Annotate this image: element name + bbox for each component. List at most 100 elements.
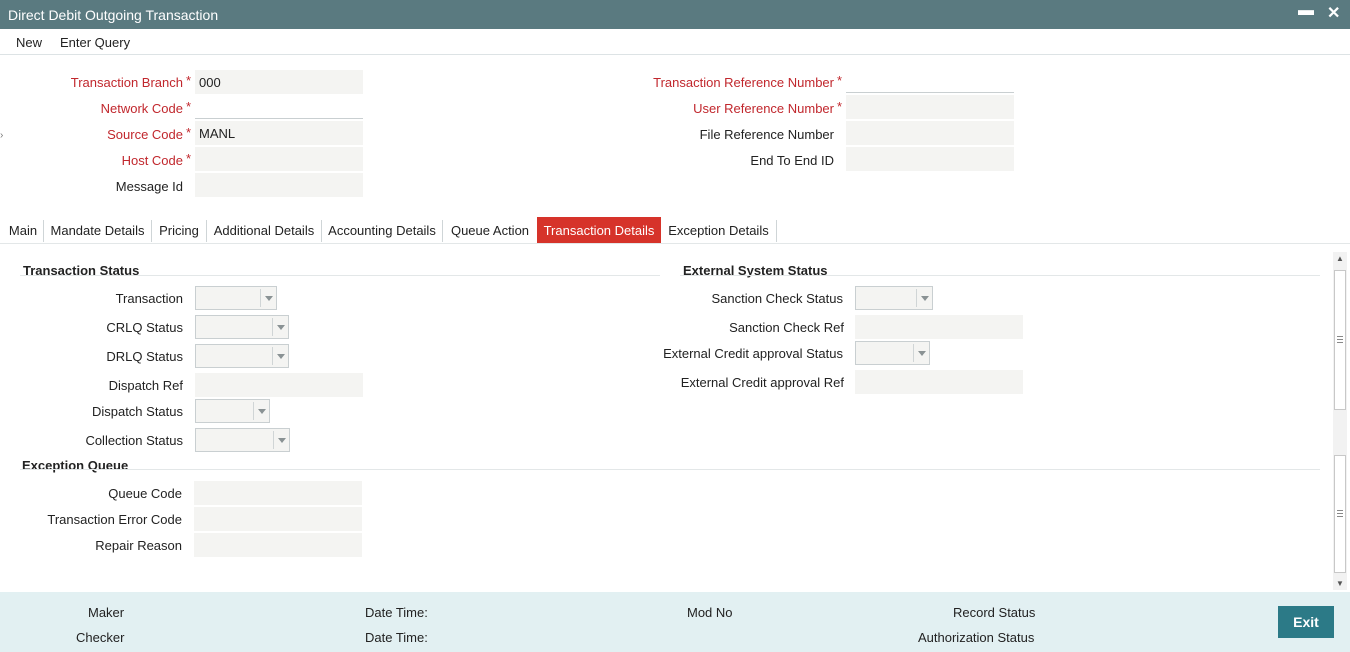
transaction-reference-number-label: Transaction Reference Number bbox=[653, 75, 834, 90]
drlq-status-select[interactable] bbox=[195, 344, 289, 368]
collapse-chevron-icon[interactable]: › bbox=[0, 130, 3, 141]
required-marker: * bbox=[186, 151, 192, 166]
collection-status-select[interactable] bbox=[195, 428, 290, 452]
chevron-down-icon bbox=[253, 402, 269, 420]
required-marker: * bbox=[186, 99, 192, 114]
tab-queue-action[interactable]: Queue Action bbox=[444, 217, 536, 243]
tab-transaction-details[interactable]: Transaction Details bbox=[537, 217, 661, 243]
source-code-field[interactable] bbox=[195, 121, 363, 145]
mod-no-label: Mod No bbox=[687, 605, 733, 620]
transaction-branch-label: Transaction Branch bbox=[70, 75, 183, 90]
sanction-check-status-label: Sanction Check Status bbox=[711, 291, 843, 306]
checker-label: Checker bbox=[76, 630, 125, 645]
tab-exception-details[interactable]: Exception Details bbox=[662, 217, 775, 243]
message-id-field[interactable] bbox=[195, 173, 363, 197]
transaction-label: Transaction bbox=[115, 291, 183, 306]
chevron-down-icon bbox=[272, 318, 288, 336]
tab-divider bbox=[442, 220, 443, 242]
window-titlebar: Direct Debit Outgoing Transaction ▬ ✕ bbox=[0, 0, 1350, 29]
message-id-label: Message Id bbox=[115, 179, 183, 194]
tab-pricing[interactable]: Pricing bbox=[153, 217, 205, 243]
checker-date-time-label: Date Time: bbox=[365, 630, 428, 645]
window-title: Direct Debit Outgoing Transaction bbox=[8, 7, 219, 23]
repair-reason-label: Repair Reason bbox=[95, 538, 182, 553]
tab-bar-underline bbox=[0, 243, 1350, 244]
menu-bar: New Enter Query bbox=[0, 29, 1350, 55]
menu-enter-query[interactable]: Enter Query bbox=[60, 35, 130, 50]
required-marker: * bbox=[837, 73, 843, 88]
chevron-down-icon bbox=[916, 289, 932, 307]
sanction-check-ref-field[interactable] bbox=[855, 315, 1023, 339]
tab-divider bbox=[321, 220, 322, 242]
exception-queue-heading: Exception Queue bbox=[22, 458, 129, 473]
dispatch-ref-field[interactable] bbox=[195, 373, 363, 397]
chevron-down-icon bbox=[260, 289, 276, 307]
collection-status-label: Collection Status bbox=[85, 433, 183, 448]
dispatch-status-label: Dispatch Status bbox=[91, 404, 183, 419]
source-code-label: Source Code bbox=[107, 127, 183, 142]
authorization-status-label: Authorization Status bbox=[918, 630, 1035, 645]
transaction-error-code-field[interactable] bbox=[194, 507, 362, 531]
section-divider bbox=[20, 469, 1320, 470]
transaction-select[interactable] bbox=[195, 286, 277, 310]
sanction-check-status-select[interactable] bbox=[855, 286, 933, 310]
tab-divider bbox=[776, 220, 777, 242]
exit-button[interactable]: Exit bbox=[1278, 606, 1334, 638]
chevron-down-icon bbox=[272, 347, 288, 365]
crlq-status-label: CRLQ Status bbox=[106, 320, 183, 335]
drlq-status-label: DRLQ Status bbox=[106, 349, 183, 364]
tab-mandate-details[interactable]: Mandate Details bbox=[45, 217, 150, 243]
tab-divider bbox=[43, 220, 44, 242]
chevron-down-icon bbox=[273, 431, 289, 449]
crlq-status-select[interactable] bbox=[195, 315, 289, 339]
user-reference-number-label: User Reference Number bbox=[693, 101, 834, 116]
menu-new[interactable]: New bbox=[16, 35, 42, 50]
repair-reason-field[interactable] bbox=[194, 533, 362, 557]
transaction-reference-number-field[interactable] bbox=[846, 69, 1014, 93]
dispatch-status-select[interactable] bbox=[195, 399, 270, 423]
external-credit-approval-status-label: External Credit approval Status bbox=[663, 346, 843, 361]
network-code-label: Network Code bbox=[100, 101, 183, 116]
queue-code-label: Queue Code bbox=[108, 486, 182, 501]
tab-divider bbox=[151, 220, 152, 242]
section-divider bbox=[680, 275, 1320, 276]
scroll-thumb[interactable] bbox=[1334, 270, 1346, 410]
scroll-up-icon[interactable]: ▲ bbox=[1336, 254, 1344, 263]
tab-additional-details[interactable]: Additional Details bbox=[208, 217, 320, 243]
dispatch-ref-label: Dispatch Ref bbox=[108, 378, 183, 393]
close-icon[interactable]: ✕ bbox=[1327, 3, 1340, 23]
required-marker: * bbox=[186, 125, 192, 140]
file-reference-number-label: File Reference Number bbox=[699, 127, 834, 142]
network-code-field[interactable] bbox=[195, 95, 363, 119]
tab-divider bbox=[206, 220, 207, 242]
minimize-icon[interactable]: ▬ bbox=[1298, 2, 1314, 20]
end-to-end-id-label: End To End ID bbox=[750, 153, 834, 168]
grip-icon bbox=[1337, 510, 1343, 517]
end-to-end-id-field[interactable] bbox=[846, 147, 1014, 171]
transaction-error-code-label: Transaction Error Code bbox=[47, 512, 182, 527]
transaction-branch-field[interactable] bbox=[195, 70, 363, 94]
queue-code-field[interactable] bbox=[194, 481, 362, 505]
host-code-label: Host Code bbox=[121, 153, 183, 168]
file-reference-number-field[interactable] bbox=[846, 121, 1014, 145]
audit-footer: Maker Checker Date Time: Date Time: Mod … bbox=[0, 592, 1350, 652]
external-credit-approval-status-select[interactable] bbox=[855, 341, 930, 365]
user-reference-number-field[interactable] bbox=[846, 95, 1014, 119]
host-code-field[interactable] bbox=[195, 147, 363, 171]
sanction-check-ref-label: Sanction Check Ref bbox=[729, 320, 844, 335]
external-credit-approval-ref-field[interactable] bbox=[855, 370, 1023, 394]
scroll-thumb[interactable] bbox=[1334, 455, 1346, 573]
section-divider bbox=[20, 275, 660, 276]
required-marker: * bbox=[837, 99, 843, 114]
tab-main[interactable]: Main bbox=[4, 217, 42, 243]
chevron-down-icon bbox=[913, 344, 929, 362]
maker-date-time-label: Date Time: bbox=[365, 605, 428, 620]
vertical-scrollbar[interactable]: ▲ ▼ bbox=[1333, 252, 1347, 590]
scroll-down-icon[interactable]: ▼ bbox=[1336, 579, 1344, 588]
external-credit-approval-ref-label: External Credit approval Ref bbox=[680, 375, 844, 390]
required-marker: * bbox=[186, 73, 192, 88]
grip-icon bbox=[1337, 336, 1343, 343]
maker-label: Maker bbox=[88, 605, 125, 620]
tab-accounting-details[interactable]: Accounting Details bbox=[323, 217, 441, 243]
record-status-label: Record Status bbox=[953, 605, 1036, 620]
